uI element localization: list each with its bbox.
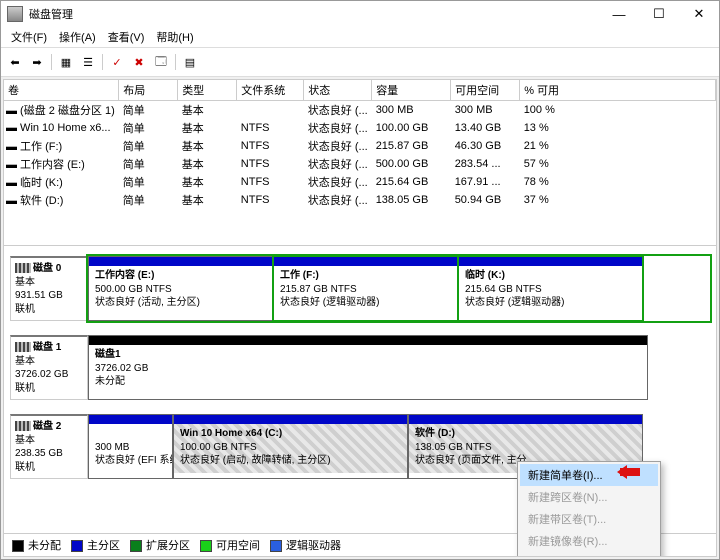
legend-item: 逻辑驱动器 <box>270 537 341 553</box>
check-icon[interactable]: ✓ <box>107 52 127 72</box>
disk-header[interactable]: 磁盘 0基本931.51 GB联机 <box>10 256 88 321</box>
col-vol[interactable]: 卷 <box>4 80 119 101</box>
volume-table[interactable]: 卷 布局 类型 文件系统 状态 容量 可用空间 % 可用 ▬ (磁盘 2 磁盘分… <box>4 80 716 246</box>
properties-icon[interactable]: 🗔 <box>151 52 171 72</box>
delete-icon[interactable]: ✖ <box>129 52 149 72</box>
menu-action[interactable]: 操作(A) <box>53 27 102 47</box>
table-row[interactable]: ▬ 软件 (D:)简单基本NTFS状态良好 (...138.05 GB50.94… <box>4 191 716 209</box>
context-menu-item: 新建带区卷(T)... <box>520 508 658 530</box>
panes-icon[interactable]: ▦ <box>56 52 76 72</box>
menu-file[interactable]: 文件(F) <box>5 27 53 47</box>
menu-help[interactable]: 帮助(H) <box>150 27 199 47</box>
content-area: 卷 布局 类型 文件系统 状态 容量 可用空间 % 可用 ▬ (磁盘 2 磁盘分… <box>3 79 717 557</box>
table-row[interactable]: ▬ 工作 (F:)简单基本NTFS状态良好 (...215.87 GB46.30… <box>4 137 716 155</box>
table-row[interactable]: ▬ Win 10 Home x6...简单基本NTFS状态良好 (...100.… <box>4 119 716 137</box>
legend-item: 可用空间 <box>200 537 260 553</box>
legend-item: 主分区 <box>71 537 120 553</box>
col-free[interactable]: 可用空间 <box>451 80 520 101</box>
back-icon[interactable]: ⬅ <box>5 52 25 72</box>
legend-item: 未分配 <box>12 537 61 553</box>
layout-icon[interactable]: ▤ <box>180 52 200 72</box>
col-pct[interactable]: % 可用 <box>520 80 716 101</box>
menu-view[interactable]: 查看(V) <box>102 27 151 47</box>
col-layout[interactable]: 布局 <box>119 80 178 101</box>
close-button[interactable]: ✕ <box>679 1 719 27</box>
col-fs[interactable]: 文件系统 <box>237 80 304 101</box>
titlebar: 磁盘管理 — ☐ ✕ <box>1 1 719 27</box>
context-menu-item: 新建 RAID-5 卷(W)... <box>520 552 658 557</box>
table-row[interactable]: ▬ (磁盘 2 磁盘分区 1)简单基本状态良好 (...300 MB300 MB… <box>4 101 716 120</box>
table-row[interactable]: ▬ 临时 (K:)简单基本NTFS状态良好 (...215.64 GB167.9… <box>4 173 716 191</box>
window-title: 磁盘管理 <box>29 6 599 22</box>
partition[interactable]: 工作内容 (E:)500.00 GB NTFS状态良好 (活动, 主分区) <box>88 256 273 321</box>
col-cap[interactable]: 容量 <box>372 80 451 101</box>
context-menu-item: 新建跨区卷(N)... <box>520 486 658 508</box>
menubar: 文件(F) 操作(A) 查看(V) 帮助(H) <box>1 27 719 47</box>
partition[interactable]: 磁盘13726.02 GB未分配 <box>88 335 648 400</box>
list-icon[interactable]: ☰ <box>78 52 98 72</box>
context-menu-item: 新建镜像卷(R)... <box>520 530 658 552</box>
callout-arrow-icon <box>610 465 640 479</box>
col-status[interactable]: 状态 <box>304 80 372 101</box>
disk-header[interactable]: 磁盘 2基本238.35 GB联机 <box>10 414 88 479</box>
maximize-button[interactable]: ☐ <box>639 1 679 27</box>
disk-header[interactable]: 磁盘 1基本3726.02 GB联机 <box>10 335 88 400</box>
app-icon <box>7 6 23 22</box>
minimize-button[interactable]: — <box>599 1 639 27</box>
partition[interactable]: 临时 (K:)215.64 GB NTFS状态良好 (逻辑驱动器) <box>458 256 643 321</box>
partition[interactable]: 工作 (F:)215.87 GB NTFS状态良好 (逻辑驱动器) <box>273 256 458 321</box>
partition[interactable]: Win 10 Home x64 (C:)100.00 GB NTFS状态良好 (… <box>173 414 408 479</box>
disk-management-window: 磁盘管理 — ☐ ✕ 文件(F) 操作(A) 查看(V) 帮助(H) ⬅ ➡ ▦… <box>0 0 720 560</box>
col-type[interactable]: 类型 <box>178 80 237 101</box>
legend-item: 扩展分区 <box>130 537 190 553</box>
forward-icon[interactable]: ➡ <box>27 52 47 72</box>
table-row[interactable]: ▬ 工作内容 (E:)简单基本NTFS状态良好 (...500.00 GB283… <box>4 155 716 173</box>
toolbar: ⬅ ➡ ▦ ☰ ✓ ✖ 🗔 ▤ <box>1 47 719 77</box>
partition[interactable]: 300 MB状态良好 (EFI 系统分 <box>88 414 173 479</box>
